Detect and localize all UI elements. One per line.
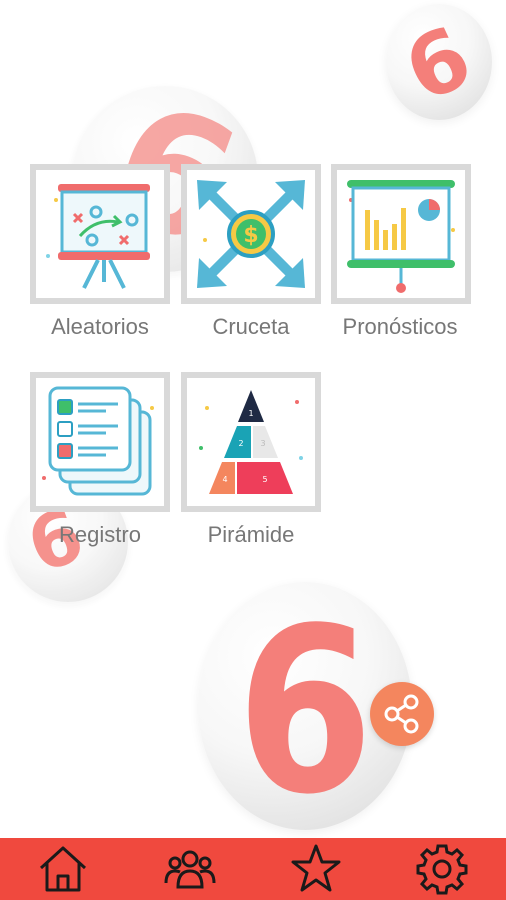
svg-text:$: $ <box>243 223 258 248</box>
ball-digit: 6 <box>237 582 374 830</box>
decorative-ball: 6 <box>386 4 492 120</box>
nav-home-button[interactable] <box>13 838 113 900</box>
strategy-board-icon <box>46 184 150 289</box>
presentation-chart-icon <box>347 180 455 293</box>
menu-tile-aleatorios[interactable] <box>30 164 170 304</box>
star-icon <box>291 844 341 892</box>
checklist-icon <box>42 386 154 496</box>
pyramid-level-5: 5 <box>262 475 267 484</box>
menu-label-cruceta: Cruceta <box>212 314 290 339</box>
pyramid-level-4: 4 <box>222 475 227 484</box>
menu-tile-piramide[interactable]: 1 2 3 4 5 <box>181 372 321 512</box>
pyramid-level-3: 3 <box>260 439 265 448</box>
pyramid-level-2: 2 <box>238 439 243 448</box>
share-button[interactable] <box>370 682 434 746</box>
ball-digit: 6 <box>390 7 485 120</box>
menu-tile-registro[interactable] <box>30 372 170 512</box>
users-icon <box>164 850 216 889</box>
menu-label-piramide: Pirámide <box>207 522 295 547</box>
menu-tile-pronosticos[interactable] <box>331 164 471 304</box>
menu-label-pronosticos: Pronósticos <box>342 314 458 339</box>
nav-users-button[interactable] <box>140 838 240 900</box>
menu-tile-cruceta[interactable]: $ <box>181 164 321 304</box>
pyramid-icon: 1 2 3 4 5 <box>199 390 303 494</box>
pyramid-level-1: 1 <box>248 409 253 418</box>
nav-favorites-button[interactable] <box>266 838 366 900</box>
nav-settings-button[interactable] <box>392 838 492 900</box>
bottom-navigation-bar <box>0 838 506 900</box>
menu-label-registro: Registro <box>59 522 141 547</box>
money-arrows-icon: $ <box>197 180 305 288</box>
settings-icon <box>416 844 468 895</box>
menu-label-aleatorios: Aleatorios <box>51 314 149 339</box>
share-icon <box>384 694 419 734</box>
home-icon <box>39 846 87 892</box>
